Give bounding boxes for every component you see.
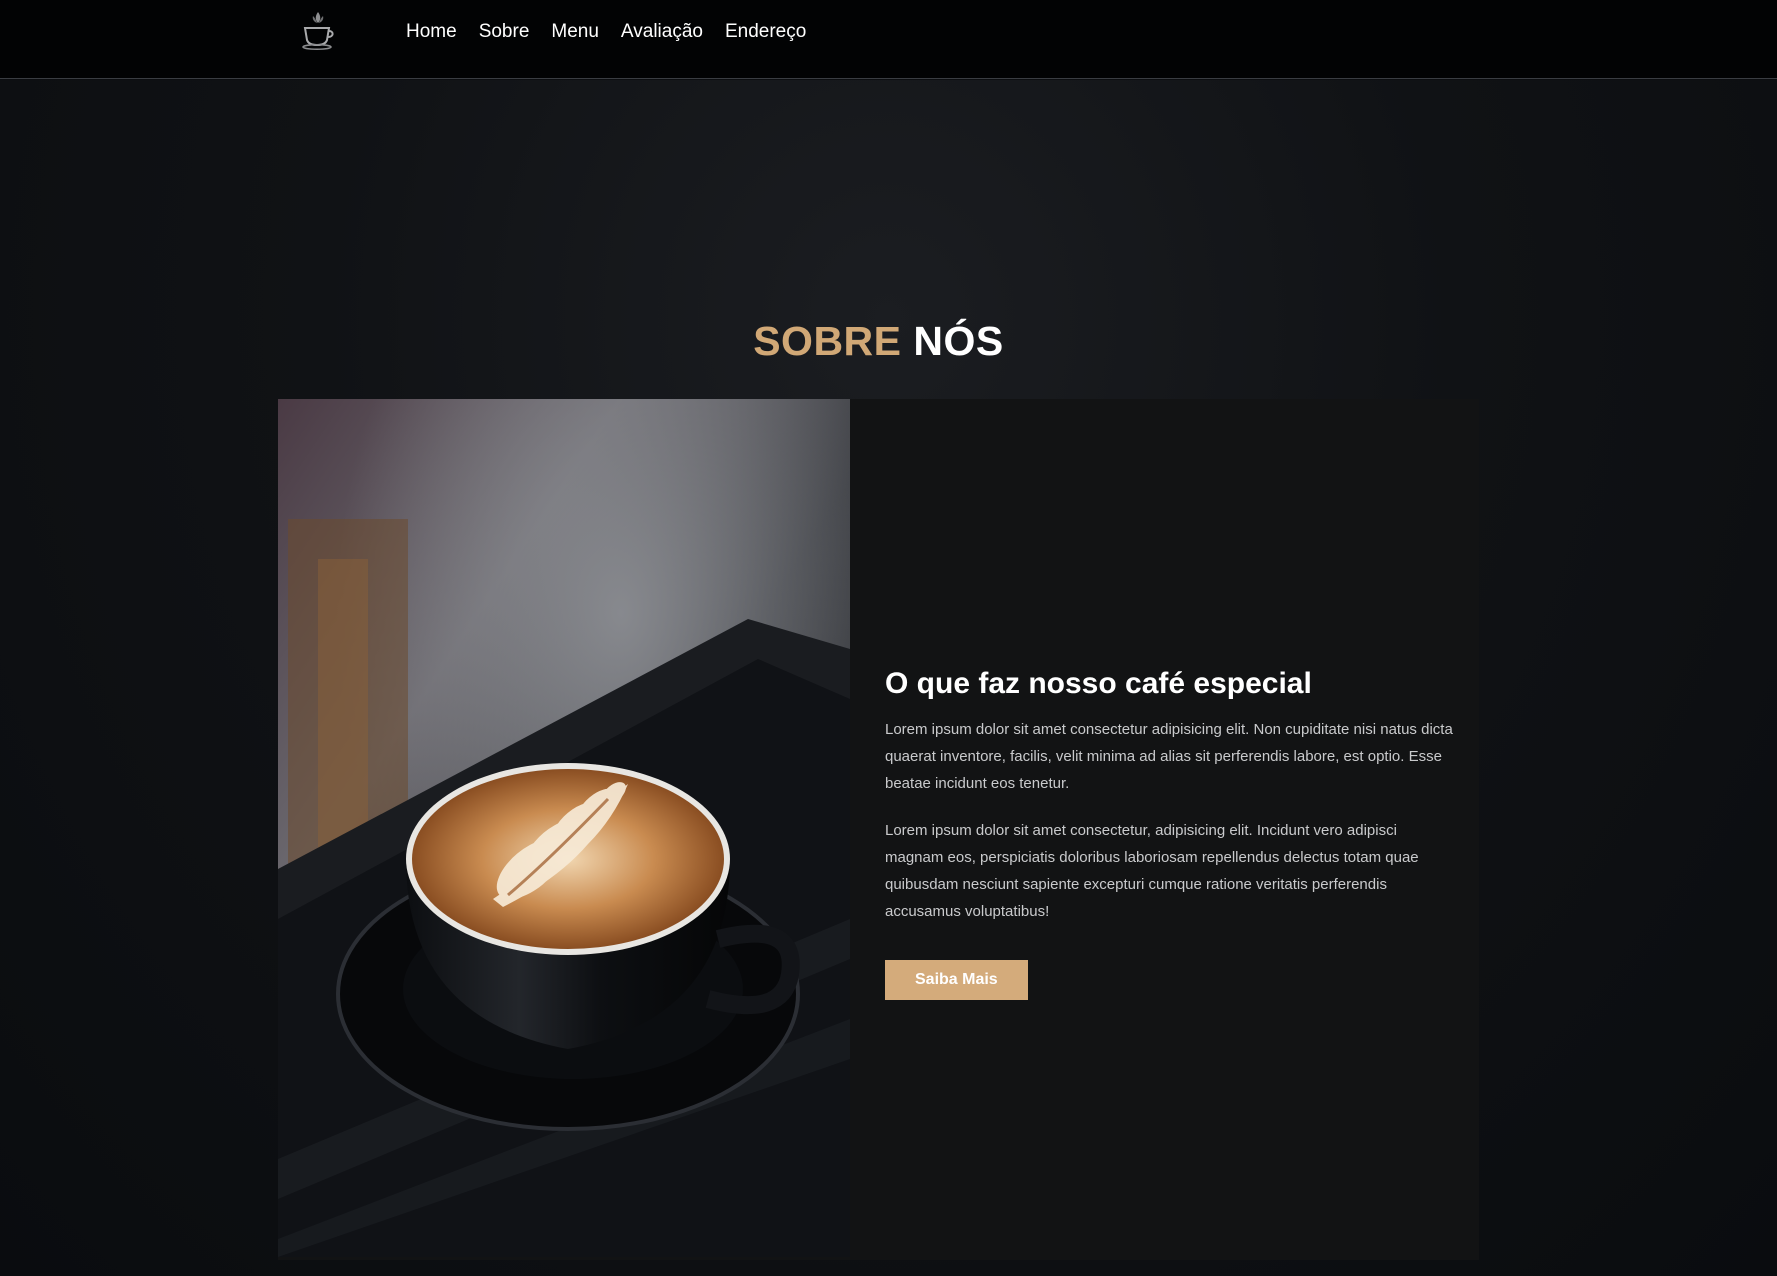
nav-item-sobre[interactable]: Sobre xyxy=(479,20,530,44)
about-card: O que faz nosso café especial Lorem ipsu… xyxy=(278,399,1479,1260)
nav-item-menu[interactable]: Menu xyxy=(551,20,599,44)
coffee-cup-logo-icon[interactable] xyxy=(296,8,340,52)
saiba-mais-button[interactable]: Saiba Mais xyxy=(885,960,1028,1000)
section-title-accent: SOBRE xyxy=(753,318,902,364)
about-headline: O que faz nosso café especial xyxy=(885,667,1312,700)
coffee-cup-photo xyxy=(278,399,850,1257)
section-title: SOBRE NÓS xyxy=(0,318,1757,365)
section-title-main: NÓS xyxy=(913,318,1004,364)
main-nav: Home Sobre Menu Avaliação Endereço xyxy=(406,20,828,44)
about-text-block: O que faz nosso café especial Lorem ipsu… xyxy=(885,666,1455,1000)
nav-item-endereco[interactable]: Endereço xyxy=(725,20,806,44)
about-paragraph-2: Lorem ipsum dolor sit amet consectetur, … xyxy=(885,822,1419,920)
nav-item-home[interactable]: Home xyxy=(406,20,457,44)
site-header: Home Sobre Menu Avaliação Endereço xyxy=(0,0,1777,79)
about-paragraph-1: Lorem ipsum dolor sit amet consectetur a… xyxy=(885,721,1453,792)
nav-item-avaliacao[interactable]: Avaliação xyxy=(621,20,703,44)
